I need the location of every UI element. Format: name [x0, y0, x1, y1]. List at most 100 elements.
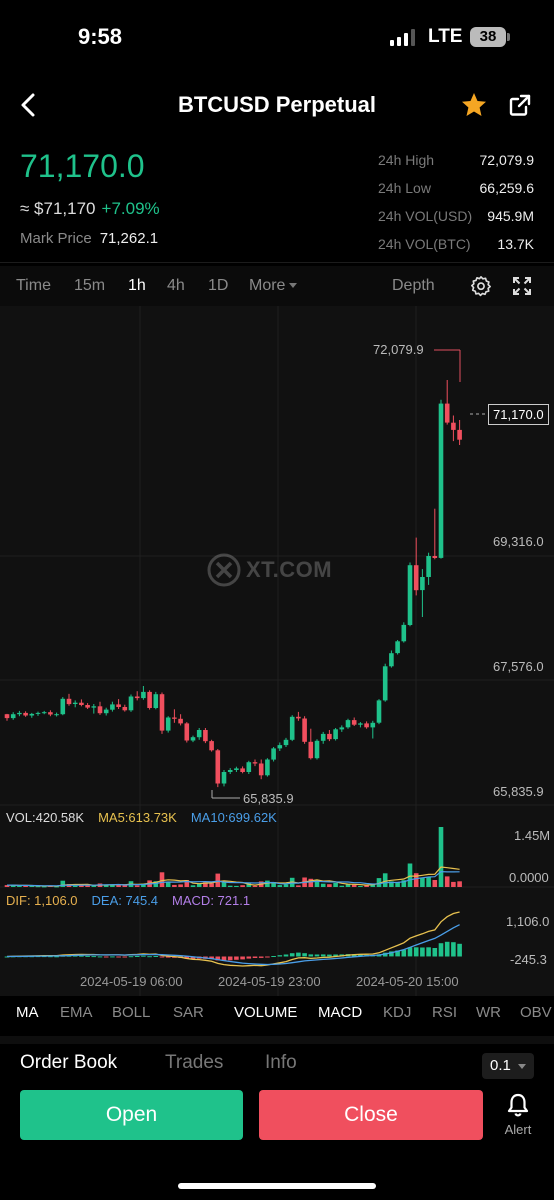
high-price-marker: 72,079.9	[373, 342, 424, 357]
high-marker-line	[434, 349, 461, 382]
volume-bar	[358, 886, 363, 887]
indicator-kdj[interactable]: KDJ	[383, 1004, 411, 1021]
tab-more[interactable]: More	[249, 277, 298, 295]
chart-area[interactable]: 72,079.9 65,835.9 71,170.0 69,316.0 67,5…	[0, 306, 554, 996]
indicator-wr[interactable]: WR	[476, 1004, 501, 1021]
candle-body	[128, 696, 134, 711]
indicator-ma[interactable]: MA	[16, 1004, 39, 1021]
indicator-obv[interactable]: OBV	[520, 1004, 552, 1021]
mark-price-row: Mark Price 71,262.1	[20, 230, 158, 247]
candle-body	[444, 403, 450, 423]
macd-bar	[420, 947, 425, 957]
volume-bar	[72, 885, 78, 887]
alert-button[interactable]: Alert	[498, 1092, 538, 1137]
battery-icon: 38	[470, 27, 510, 47]
candle-body	[451, 422, 456, 430]
favorite-star-icon[interactable]	[460, 91, 488, 119]
macd-bar	[116, 956, 121, 958]
volume-bar	[413, 873, 419, 887]
low-price-marker: 65,835.9	[243, 791, 294, 806]
tab-info[interactable]: Info	[265, 1052, 297, 1074]
candle-body	[420, 577, 425, 591]
tab-4h[interactable]: 4h	[167, 277, 185, 295]
stat-value: 13.7K	[497, 236, 534, 252]
macd-bar	[426, 947, 431, 957]
macd-bar	[271, 956, 276, 957]
volume-bar	[252, 885, 258, 887]
open-button[interactable]: Open	[20, 1090, 243, 1140]
indicator-macd[interactable]: MACD	[318, 1004, 362, 1021]
timeframe-bar: Time 15m 1h 4h 1D More Depth	[0, 266, 554, 306]
candle-body	[103, 709, 109, 714]
candle-body	[258, 763, 264, 776]
macd-bar	[308, 954, 314, 957]
share-icon[interactable]	[508, 93, 532, 117]
candle-body	[60, 698, 66, 715]
candle-body	[35, 712, 41, 714]
tab-more-label: More	[249, 277, 286, 294]
candle-body	[314, 740, 320, 759]
macd-bar	[451, 942, 456, 957]
volume-bar	[457, 881, 462, 887]
stats-panel: 24h High 72,079.9 24h Low 66,259.6 24h VOL…	[378, 146, 534, 258]
tab-time[interactable]: Time	[16, 277, 51, 295]
macd-bar	[444, 941, 450, 957]
mark-price-value: 71,262.1	[99, 230, 159, 247]
macd-bar	[234, 956, 239, 960]
indicator-boll[interactable]: BOLL	[112, 1004, 150, 1021]
volume-bar	[327, 884, 332, 887]
status-time: 9:58	[78, 24, 123, 49]
candle-body	[320, 733, 326, 741]
tab-order-book[interactable]: Order Book	[20, 1052, 117, 1074]
macd-bar	[401, 949, 407, 957]
tab-1h[interactable]: 1h	[128, 277, 146, 295]
indicator-bar: MA EMA BOLL SAR VOLUME MACD KDJ RSI WR O…	[0, 1000, 554, 1030]
volume-bar	[209, 883, 214, 887]
macd-bar	[457, 943, 462, 957]
candle-body	[376, 700, 382, 723]
vol-value: VOL:420.58K	[6, 810, 85, 825]
volume-bar	[190, 885, 196, 887]
candle-body	[413, 565, 419, 591]
depth-button[interactable]: Depth	[392, 277, 435, 295]
macd-bar	[240, 956, 245, 960]
macd-dea-line	[6, 924, 460, 966]
precision-select[interactable]: 0.1	[482, 1053, 534, 1079]
macd-axis-min: -245.3	[510, 952, 547, 967]
vol-ma10-value: MA10:699.62K	[190, 810, 277, 825]
macd-bar	[413, 947, 419, 957]
candle-body	[389, 653, 394, 667]
indicator-volume[interactable]: VOLUME	[234, 1004, 297, 1021]
indicator-rsi[interactable]: RSI	[432, 1004, 457, 1021]
gear-icon[interactable]	[470, 275, 492, 297]
close-button[interactable]: Close	[259, 1090, 483, 1140]
indicator-sar[interactable]: SAR	[173, 1004, 204, 1021]
volume-bar	[85, 885, 90, 887]
macd-bar	[289, 953, 295, 957]
candle-body	[351, 720, 357, 725]
indicator-ema[interactable]: EMA	[60, 1004, 93, 1021]
x-axis-date: 2024-05-19 23:00	[218, 974, 321, 989]
stat-row: 24h VOL(BTC) 13.7K	[378, 230, 534, 258]
volume-bar	[60, 880, 66, 887]
macd-dif-line	[6, 911, 460, 967]
macd-bar	[438, 943, 444, 957]
candle-body	[97, 706, 103, 714]
caret-down-icon	[518, 1064, 526, 1069]
tab-trades[interactable]: Trades	[165, 1052, 223, 1074]
macd-bar	[159, 956, 165, 958]
candle-body	[302, 718, 307, 742]
volume-bar	[234, 885, 239, 887]
candle-body	[333, 729, 338, 740]
tab-1d[interactable]: 1D	[208, 277, 228, 295]
fullscreen-icon[interactable]	[512, 276, 532, 296]
candle-body	[370, 722, 376, 728]
candle-body	[66, 698, 72, 705]
status-bar: 9:58 LTE 38	[0, 0, 554, 74]
candle-body	[221, 772, 227, 784]
tab-15m[interactable]: 15m	[74, 277, 105, 295]
candle-body	[358, 723, 363, 725]
volume-bar	[420, 877, 425, 887]
stat-label: 24h VOL(USD)	[378, 208, 473, 224]
candle-body	[308, 741, 314, 759]
